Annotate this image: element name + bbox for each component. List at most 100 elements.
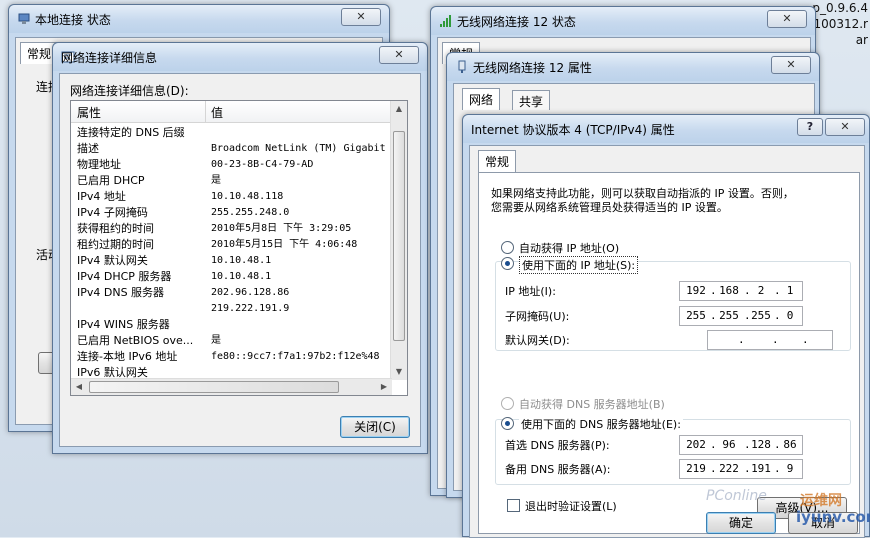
row-value: 10.10.48.1 — [211, 271, 272, 282]
table-row[interactable]: 已启用 NetBIOS ove... 是 — [71, 333, 391, 349]
close-window-button[interactable]: ✕ — [771, 56, 811, 74]
row-value: 2010年5月15日 下午 4:06:48 — [211, 239, 358, 250]
scroll-left-arrow[interactable]: ◀ — [71, 379, 87, 395]
scroll-up-arrow[interactable]: ▲ — [391, 101, 407, 117]
tab-sharing[interactable]: 共享 — [512, 90, 551, 110]
column-header-property[interactable]: 属性 — [77, 104, 101, 121]
row-value: 是 — [211, 175, 221, 186]
titlebar: 无线网络连接 12 状态 ✕ — [431, 7, 815, 35]
row-property: IPv4 DHCP 服务器 — [77, 270, 172, 283]
table-row[interactable]: 描述 Broadcom NetLink (TM) Gigabit — [71, 141, 391, 157]
window-title: 无线网络连接 12 属性 — [473, 61, 592, 75]
table-row[interactable]: IPv4 默认网关 10.10.48.1 — [71, 253, 391, 269]
column-header-value[interactable]: 值 — [211, 104, 223, 121]
manual-dns-radio[interactable] — [501, 417, 514, 430]
table-row[interactable]: 获得租约的时间 2010年5月8日 下午 3:29:05 — [71, 221, 391, 237]
row-property: IPv4 地址 — [77, 190, 126, 203]
row-value: 219.222.191.9 — [211, 303, 290, 314]
default-gateway-field[interactable]: ... — [707, 330, 833, 350]
table-row[interactable]: IPv4 子网掩码 255.255.248.0 — [71, 205, 391, 221]
description-line-2: 您需要从网络系统管理员处获得适当的 IP 设置。 — [491, 201, 728, 214]
row-value: 00-23-8B-C4-79-AD — [211, 159, 314, 170]
row-property: IPv4 WINS 服务器 — [77, 318, 170, 331]
help-button[interactable]: ? — [797, 118, 823, 136]
network-adapter-icon — [458, 60, 466, 73]
preferred-dns-label: 首选 DNS 服务器(P): — [505, 439, 610, 452]
titlebar: 网络连接详细信息 ✕ — [53, 43, 427, 71]
manual-ip-label[interactable]: 使用下面的 IP 地址(S): — [519, 256, 639, 274]
table-row[interactable]: 连接特定的 DNS 后缀 — [71, 125, 391, 141]
window-title: Internet 协议版本 4 (TCP/IPv4) 属性 — [471, 123, 675, 137]
alternate-dns-label: 备用 DNS 服务器(A): — [505, 463, 611, 476]
window-title: 本地连接 状态 — [35, 13, 111, 27]
vertical-scrollbar[interactable]: ▲ ▼ — [390, 101, 407, 380]
table-row[interactable]: IPv4 DNS 服务器 202.96.128.86 — [71, 285, 391, 301]
iyunv-watermark-cn: 运维网 — [800, 493, 842, 509]
subnet-mask-label: 子网掩码(U): — [505, 310, 570, 323]
scroll-thumb[interactable] — [393, 131, 405, 341]
ip-address-label: IP 地址(I): — [505, 285, 556, 298]
row-property: 连接-本地 IPv6 地址 — [77, 350, 178, 363]
row-value: 10.10.48.1 — [211, 255, 272, 266]
details-client-area: 网络连接详细信息(D): 属性 值 连接特定的 DNS 后缀 描述 Broadcom… — [59, 73, 421, 447]
tcpip-client: 常规 如果网络支持此功能，则可以获取自动指派的 IP 设置。否则， 您需要从网络… — [469, 145, 865, 538]
manual-ip-radio[interactable] — [501, 257, 514, 270]
preferred-dns-field[interactable]: 202. 96. 128. 86 — [679, 435, 803, 455]
network-icon — [18, 13, 30, 24]
row-value: fe80::9cc7:f7a1:97b2:f12e%48 — [211, 351, 380, 362]
table-row[interactable]: 219.222.191.9 — [71, 301, 391, 317]
close-details-button[interactable]: 关闭(C) — [340, 416, 410, 438]
tcpip-properties-window: Internet 协议版本 4 (TCP/IPv4) 属性 ? ✕ 常规 如果网… — [462, 114, 870, 538]
row-value: 255.255.248.0 — [211, 207, 290, 218]
auto-ip-radio[interactable] — [501, 241, 514, 254]
network-details-window: 网络连接详细信息 ✕ 网络连接详细信息(D): 属性 值 连接特定的 DNS 后… — [52, 42, 428, 454]
tab-networking[interactable]: 网络 — [462, 88, 501, 110]
hscroll-thumb[interactable] — [89, 381, 339, 393]
auto-ip-label[interactable]: 自动获得 IP 地址(O) — [519, 240, 619, 256]
table-row[interactable]: 租约过期的时间 2010年5月15日 下午 4:06:48 — [71, 237, 391, 253]
row-value: 10.10.48.118 — [211, 191, 284, 202]
row-property: 租约过期的时间 — [77, 238, 154, 251]
pconline-watermark: PConline — [706, 488, 767, 504]
iyunv-watermark-url: iyunv.com — [796, 508, 870, 526]
window-title: 网络连接详细信息 — [61, 51, 158, 65]
ok-button[interactable]: 确定 — [706, 512, 776, 534]
titlebar: 本地连接 状态 ✕ — [9, 5, 389, 33]
scroll-down-arrow[interactable]: ▼ — [391, 364, 407, 380]
row-value: Broadcom NetLink (TM) Gigabit — [211, 143, 386, 154]
row-property: 描述 — [77, 142, 99, 155]
details-caption: 网络连接详细信息(D): — [70, 84, 189, 98]
auto-dns-label: 自动获得 DNS 服务器地址(B) — [519, 398, 665, 411]
validate-on-exit-label[interactable]: 退出时验证设置(L) — [525, 498, 617, 514]
row-property: IPv4 子网掩码 — [77, 206, 148, 219]
validate-on-exit-checkbox[interactable] — [507, 499, 520, 512]
row-property: 已启用 NetBIOS ove... — [77, 334, 194, 347]
subnet-mask-field[interactable]: 255. 255. 255. 0 — [679, 306, 803, 326]
list-header: 属性 值 — [71, 101, 407, 123]
close-window-button[interactable]: ✕ — [767, 10, 807, 28]
table-row[interactable]: 已启用 DHCP 是 — [71, 173, 391, 189]
table-row[interactable]: IPv4 地址 10.10.48.118 — [71, 189, 391, 205]
manual-dns-label[interactable]: 使用下面的 DNS 服务器地址(E): — [519, 416, 683, 432]
scroll-right-arrow[interactable]: ▶ — [376, 379, 392, 395]
row-property: 获得租约的时间 — [77, 222, 154, 235]
table-row[interactable]: 连接-本地 IPv6 地址 fe80::9cc7:f7a1:97b2:f12e%4… — [71, 349, 391, 365]
details-list[interactable]: 属性 值 连接特定的 DNS 后缀 描述 Broadcom NetLink (TM)… — [70, 100, 408, 396]
auto-dns-radio — [501, 397, 514, 410]
tab-general[interactable]: 常规 — [478, 150, 517, 172]
table-row[interactable]: IPv4 WINS 服务器 — [71, 317, 391, 333]
row-property: IPv4 DNS 服务器 — [77, 286, 165, 299]
row-value: 2010年5月8日 下午 3:29:05 — [211, 223, 352, 234]
close-window-button[interactable]: ✕ — [825, 118, 865, 136]
close-window-button[interactable]: ✕ — [379, 46, 419, 64]
close-window-button[interactable]: ✕ — [341, 8, 381, 26]
row-value: 是 — [211, 335, 221, 346]
horizontal-scrollbar[interactable]: ◀ ▶ — [71, 378, 392, 395]
ip-address-field[interactable]: 192. 168. 2. 1 — [679, 281, 803, 301]
row-property: 已启用 DHCP — [77, 174, 145, 187]
row-property: 连接特定的 DNS 后缀 — [77, 126, 185, 139]
table-row[interactable]: IPv4 DHCP 服务器 10.10.48.1 — [71, 269, 391, 285]
row-value: 202.96.128.86 — [211, 287, 290, 298]
table-row[interactable]: 物理地址 00-23-8B-C4-79-AD — [71, 157, 391, 173]
alternate-dns-field[interactable]: 219. 222. 191. 9 — [679, 459, 803, 479]
